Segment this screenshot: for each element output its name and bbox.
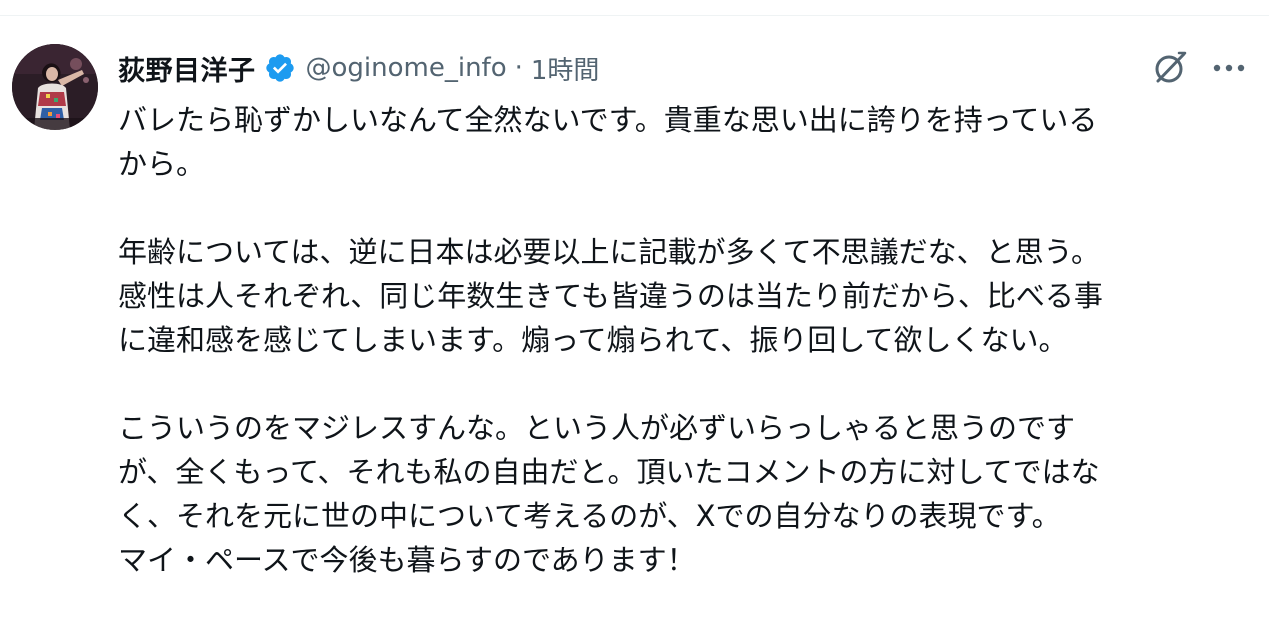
post-header: 荻野目洋子 @oginome_info · 1時間 bbox=[118, 48, 599, 88]
post-text-line: から。 bbox=[118, 147, 206, 181]
post-text-line: こういうのをマジレスすんな。という人が必ずいらっしゃると思うのです bbox=[118, 411, 1076, 445]
post-paragraph: こういうのをマジレスすんな。という人が必ずいらっしゃると思うのです が、全くもっ… bbox=[118, 406, 1248, 582]
grok-icon bbox=[1155, 51, 1187, 83]
grok-button[interactable] bbox=[1150, 48, 1190, 88]
post-timestamp[interactable]: 1時間 bbox=[531, 50, 600, 87]
post-text-line: マイ・ペースで今後も暮らすのであります！ bbox=[118, 543, 696, 577]
post-text-line: に違和感を感じてしまいます。煽って煽られて、振り回して欲しくない。 bbox=[118, 323, 1068, 357]
separator-dot: · bbox=[514, 53, 523, 83]
author-handle[interactable]: @oginome_info bbox=[306, 53, 507, 83]
post-text-line: が、全くもって、それも私の自由だと。頂いたコメントの方に対してではな bbox=[118, 455, 1100, 489]
post-text-line: 感性は人それぞれ、同じ年数生きても皆違うのは当たり前だから、比べる事 bbox=[118, 279, 1103, 313]
post-paragraph: バレたら恥ずかしいなんて全然ないです。貴重な思い出に誇りを持っている から。 bbox=[118, 98, 1248, 186]
verified-badge-icon[interactable] bbox=[264, 52, 296, 84]
post-text: バレたら恥ずかしいなんて全然ないです。貴重な思い出に誇りを持っている から。 年… bbox=[118, 98, 1248, 626]
post-text-line: バレたら恥ずかしいなんて全然ないです。貴重な思い出に誇りを持っている bbox=[118, 103, 1098, 137]
more-dots-icon bbox=[1213, 64, 1245, 72]
post-paragraph: 年齢については、逆に日本は必要以上に記載が多くて不思議だな、と思う。 感性は人そ… bbox=[118, 230, 1248, 362]
post-text-line: く、それを元に世の中について考えるのが、Xでの自分なりの表現です。 bbox=[118, 499, 1061, 533]
more-options-button[interactable] bbox=[1209, 48, 1249, 88]
avatar-photo bbox=[12, 44, 98, 130]
post[interactable]: 荻野目洋子 @oginome_info · 1時間 バレたら恥ずかしいなんて全然… bbox=[0, 16, 1269, 617]
post-text-line: 年齢については、逆に日本は必要以上に記載が多くて不思議だな、と思う。 bbox=[118, 235, 1100, 269]
author-display-name[interactable]: 荻野目洋子 bbox=[118, 49, 256, 88]
avatar[interactable] bbox=[12, 44, 98, 130]
